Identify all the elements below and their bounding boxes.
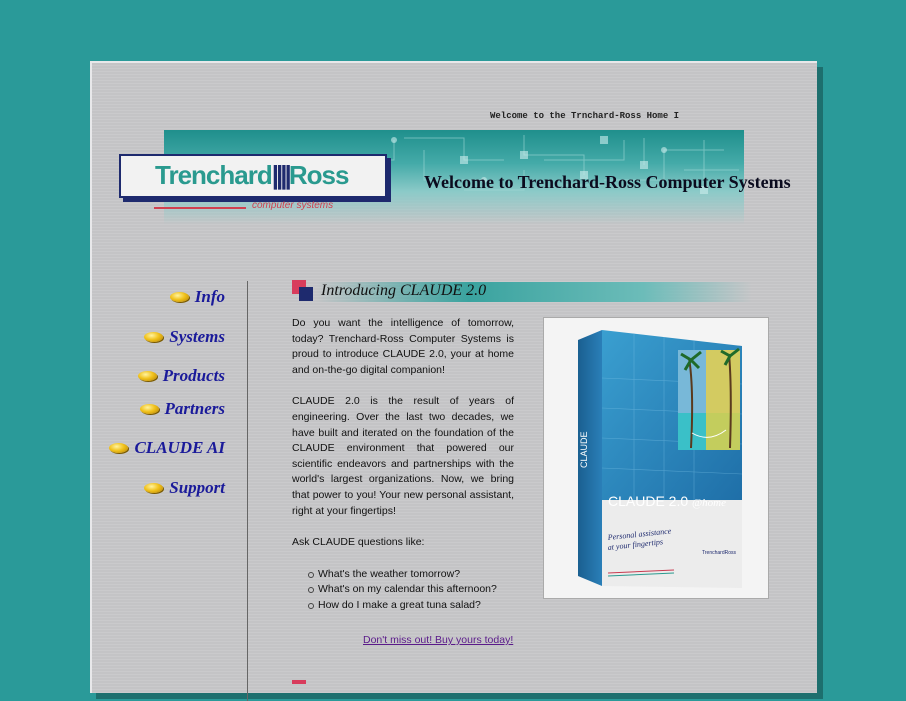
nav-label: CLAUDE AI [134,438,225,457]
logo-name-part2: Ross [288,160,350,190]
buy-now-link[interactable]: Don't miss out! Buy yours today! [363,634,513,646]
nav-label: Systems [169,327,225,346]
gold-bullet-icon [169,292,189,302]
nav-item-claude-ai[interactable]: CLAUDE AI [109,438,225,458]
nav-item-systems[interactable]: Systems [144,327,225,347]
gold-bullet-icon [109,443,129,453]
gold-bullet-icon [139,404,159,414]
nav-item-partners[interactable]: Partners [139,399,225,419]
intro-paragraph: Do you want the intelligence of tomorrow… [292,317,514,376]
nav-label: Support [169,478,225,497]
nav-label: Partners [164,399,225,418]
page-title: Welcome to Trenchard-Ross Computer Syste… [424,172,791,192]
list-item: What's on my calendar this afternoon? [308,582,514,598]
intro-content: Do you want the intelligence of tomorrow… [292,316,514,614]
navy-square-icon [299,287,313,301]
nav-item-products[interactable]: Products [137,366,225,386]
gold-bullet-icon [144,483,164,493]
engineering-paragraph: CLAUDE 2.0 is the result of years of eng… [292,395,514,517]
logo-bars-icon: |||| [271,160,292,190]
product-box-image: CLAUDE 2.0 @home Personal assistance at … [543,317,769,599]
nav-label: Products [162,366,225,385]
logo-underline [154,207,246,209]
next-section-marker [292,680,306,684]
box-brand: TrenchardRoss [702,550,736,556]
main-page-panel: Welcome to the Trnchard-Ross Home I Tren… [90,61,817,701]
sidebar-divider [247,281,248,701]
list-item: What's the weather tomorrow? [308,567,514,583]
logo-tagline: computer systems [252,200,334,211]
nav-item-info[interactable]: Info [169,287,225,307]
company-logo[interactable]: Trenchard||||Ross [119,154,387,198]
box-title: CLAUDE 2.0 [608,493,688,509]
gold-bullet-icon [144,332,164,342]
section-title: Introducing CLAUDE 2.0 [321,282,487,299]
ask-prompt: Ask CLAUDE questions like: [292,536,425,549]
list-item: How do I make a great tuna salad? [308,598,514,614]
box-spine-label: CLAUDE [579,431,589,468]
box-title-suffix: @home [692,497,726,509]
software-box-illustration: CLAUDE 2.0 @home Personal assistance at … [578,330,743,588]
gold-bullet-icon [137,371,157,381]
nav-item-support[interactable]: Support [144,478,225,498]
section-header: Introducing CLAUDE 2.0 [292,280,752,304]
question-list: What's the weather tomorrow? What's on m… [292,567,514,614]
logo-name-part1: Trenchard [155,160,273,190]
nav-label: Info [194,287,225,306]
welcome-marquee: Welcome to the Trnchard-Ross Home I [490,111,680,121]
